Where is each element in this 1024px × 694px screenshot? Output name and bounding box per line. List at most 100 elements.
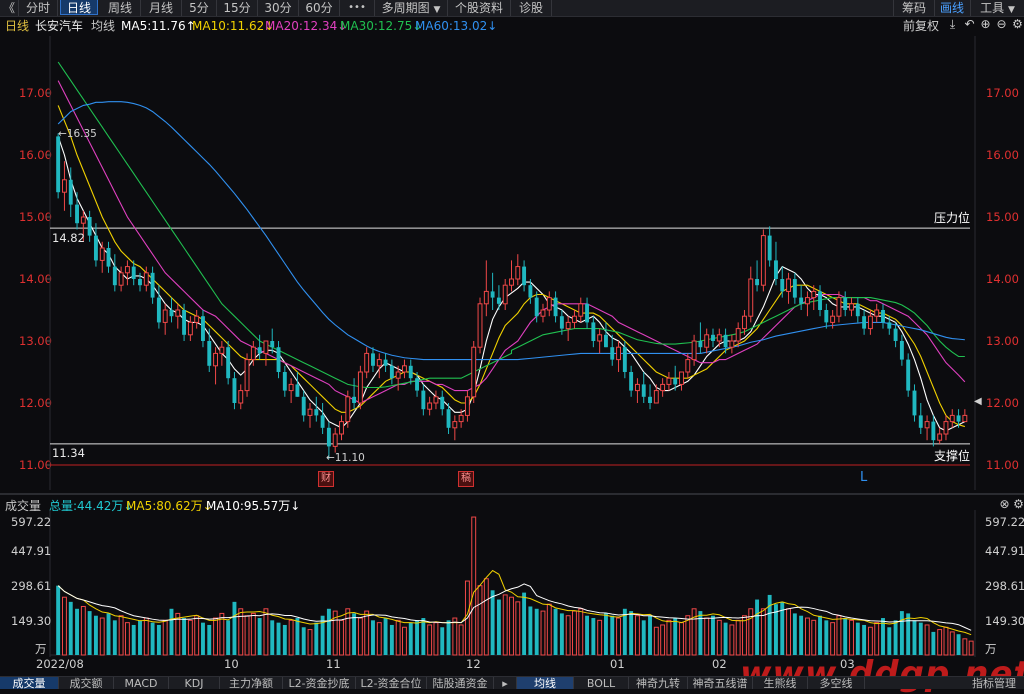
volume-bar — [452, 617, 458, 656]
tab-volume[interactable]: 成交量 — [0, 677, 59, 689]
tab-ma[interactable]: 均线 — [517, 677, 574, 689]
candle-body — [924, 421, 930, 429]
candle-body — [427, 402, 433, 410]
resistance-label[interactable]: 压力位 — [934, 209, 970, 226]
candle-body — [320, 415, 325, 428]
candle-body — [937, 433, 943, 441]
tab-l2-position[interactable]: L2-资金合位 — [356, 677, 427, 689]
panel-settings-icon[interactable]: ⚙ — [1012, 498, 1024, 511]
tab-boll[interactable]: BOLL — [574, 677, 629, 689]
tabs-scroll-icon[interactable]: ▸ — [494, 677, 517, 689]
volume-bar — [496, 599, 501, 655]
candle-body — [80, 216, 86, 224]
resistance-value: 14.82 — [52, 231, 85, 245]
volume-bar — [767, 594, 772, 655]
candle-body — [364, 352, 370, 373]
l-marker[interactable]: L — [860, 470, 867, 485]
candle-body — [591, 322, 596, 341]
tab-indicator-manage[interactable]: 指标管理 — [964, 677, 1024, 689]
candle-body — [464, 396, 470, 416]
tab-l2-bottom[interactable]: L2-资金抄底 — [283, 677, 356, 689]
volume-bar — [553, 608, 558, 655]
candle-body — [138, 279, 142, 286]
candle-body — [156, 297, 161, 323]
volume-bar — [207, 624, 212, 655]
volume-bar — [522, 592, 527, 655]
volume-bar — [131, 624, 136, 655]
candle-body — [792, 279, 797, 298]
volume-axis-left-label: 298.61 — [11, 579, 52, 593]
volume-bar — [162, 619, 168, 656]
volume-bar — [427, 624, 433, 656]
candle-body — [641, 384, 646, 397]
volume-total: 总量:44.42万↓ — [49, 499, 134, 513]
candle-body — [383, 359, 388, 366]
candle-body — [496, 297, 501, 304]
candle-body — [565, 321, 571, 330]
candle-body — [75, 204, 79, 224]
volume-bar — [641, 620, 646, 655]
volume-bar — [578, 608, 584, 656]
volume-bar — [352, 613, 357, 655]
panel-separator[interactable] — [0, 493, 1024, 495]
volume-bar — [270, 620, 275, 655]
tab-northbound[interactable]: 陆股通资金 — [427, 677, 494, 689]
tab-main-net[interactable]: 主力净额 — [220, 677, 283, 689]
volume-bar — [648, 615, 652, 655]
candle-body — [943, 421, 949, 435]
candle-body — [87, 217, 92, 236]
tab-macd[interactable]: MACD — [114, 677, 169, 689]
candle-body — [553, 297, 558, 317]
tab-long-short[interactable]: 多空线 — [808, 677, 865, 689]
tab-turnover[interactable]: 成交额 — [59, 677, 114, 689]
volume-bar — [509, 596, 514, 656]
candle-body — [893, 328, 898, 341]
volume-bar — [156, 624, 161, 655]
volume-bar — [931, 631, 936, 655]
support-value: 11.34 — [52, 446, 85, 460]
announcement-marker[interactable]: 稿 — [458, 471, 474, 487]
candle-body — [131, 266, 136, 279]
volume-bar — [685, 615, 691, 656]
volume-bar — [666, 619, 672, 656]
candle-body — [799, 297, 804, 304]
candle-body — [415, 378, 420, 391]
candle-body — [735, 328, 741, 342]
volume-bar — [949, 631, 955, 656]
candle-body — [345, 396, 351, 423]
support-label[interactable]: 支撑位 — [934, 447, 970, 464]
volume-bar — [244, 615, 250, 656]
financial-report-marker[interactable]: 财 — [318, 471, 334, 487]
volume-bar — [597, 619, 603, 656]
date-label: 01 — [610, 657, 625, 671]
candle-body — [446, 409, 451, 428]
volume-bar — [874, 622, 880, 656]
volume-axis-left-label: 597.22 — [11, 515, 52, 529]
candle-body — [282, 372, 287, 391]
candle-body — [477, 303, 483, 348]
volume-bar — [924, 624, 930, 656]
tab-bull-bear[interactable]: 生熊线 — [753, 677, 808, 689]
date-label: 10 — [224, 657, 239, 671]
volume-bar — [301, 627, 306, 655]
volume-bar — [75, 608, 79, 655]
tab-magic-five[interactable]: 神奇五线谱 — [688, 677, 753, 689]
volume-bar — [723, 622, 728, 655]
tab-magic-nine[interactable]: 神奇九转 — [629, 677, 688, 689]
date-label: 12 — [466, 657, 481, 671]
candlestick-chart[interactable] — [0, 0, 1024, 688]
volume-bar — [634, 615, 640, 656]
tab-kdj[interactable]: KDJ — [169, 677, 220, 689]
candle-body — [691, 340, 697, 361]
volume-bar — [502, 594, 508, 656]
volume-bar — [421, 618, 426, 655]
volume-title[interactable]: 成交量 — [5, 497, 41, 514]
volume-bar — [345, 608, 351, 656]
volume-axis-left-label: 149.30 — [11, 614, 52, 628]
volume-bar — [471, 516, 477, 656]
volume-bar — [106, 613, 111, 655]
volume-bar — [755, 599, 760, 655]
close-panel-icon[interactable]: ⊗ — [998, 498, 1011, 511]
candle-body — [301, 396, 306, 416]
candle-body — [162, 309, 168, 323]
